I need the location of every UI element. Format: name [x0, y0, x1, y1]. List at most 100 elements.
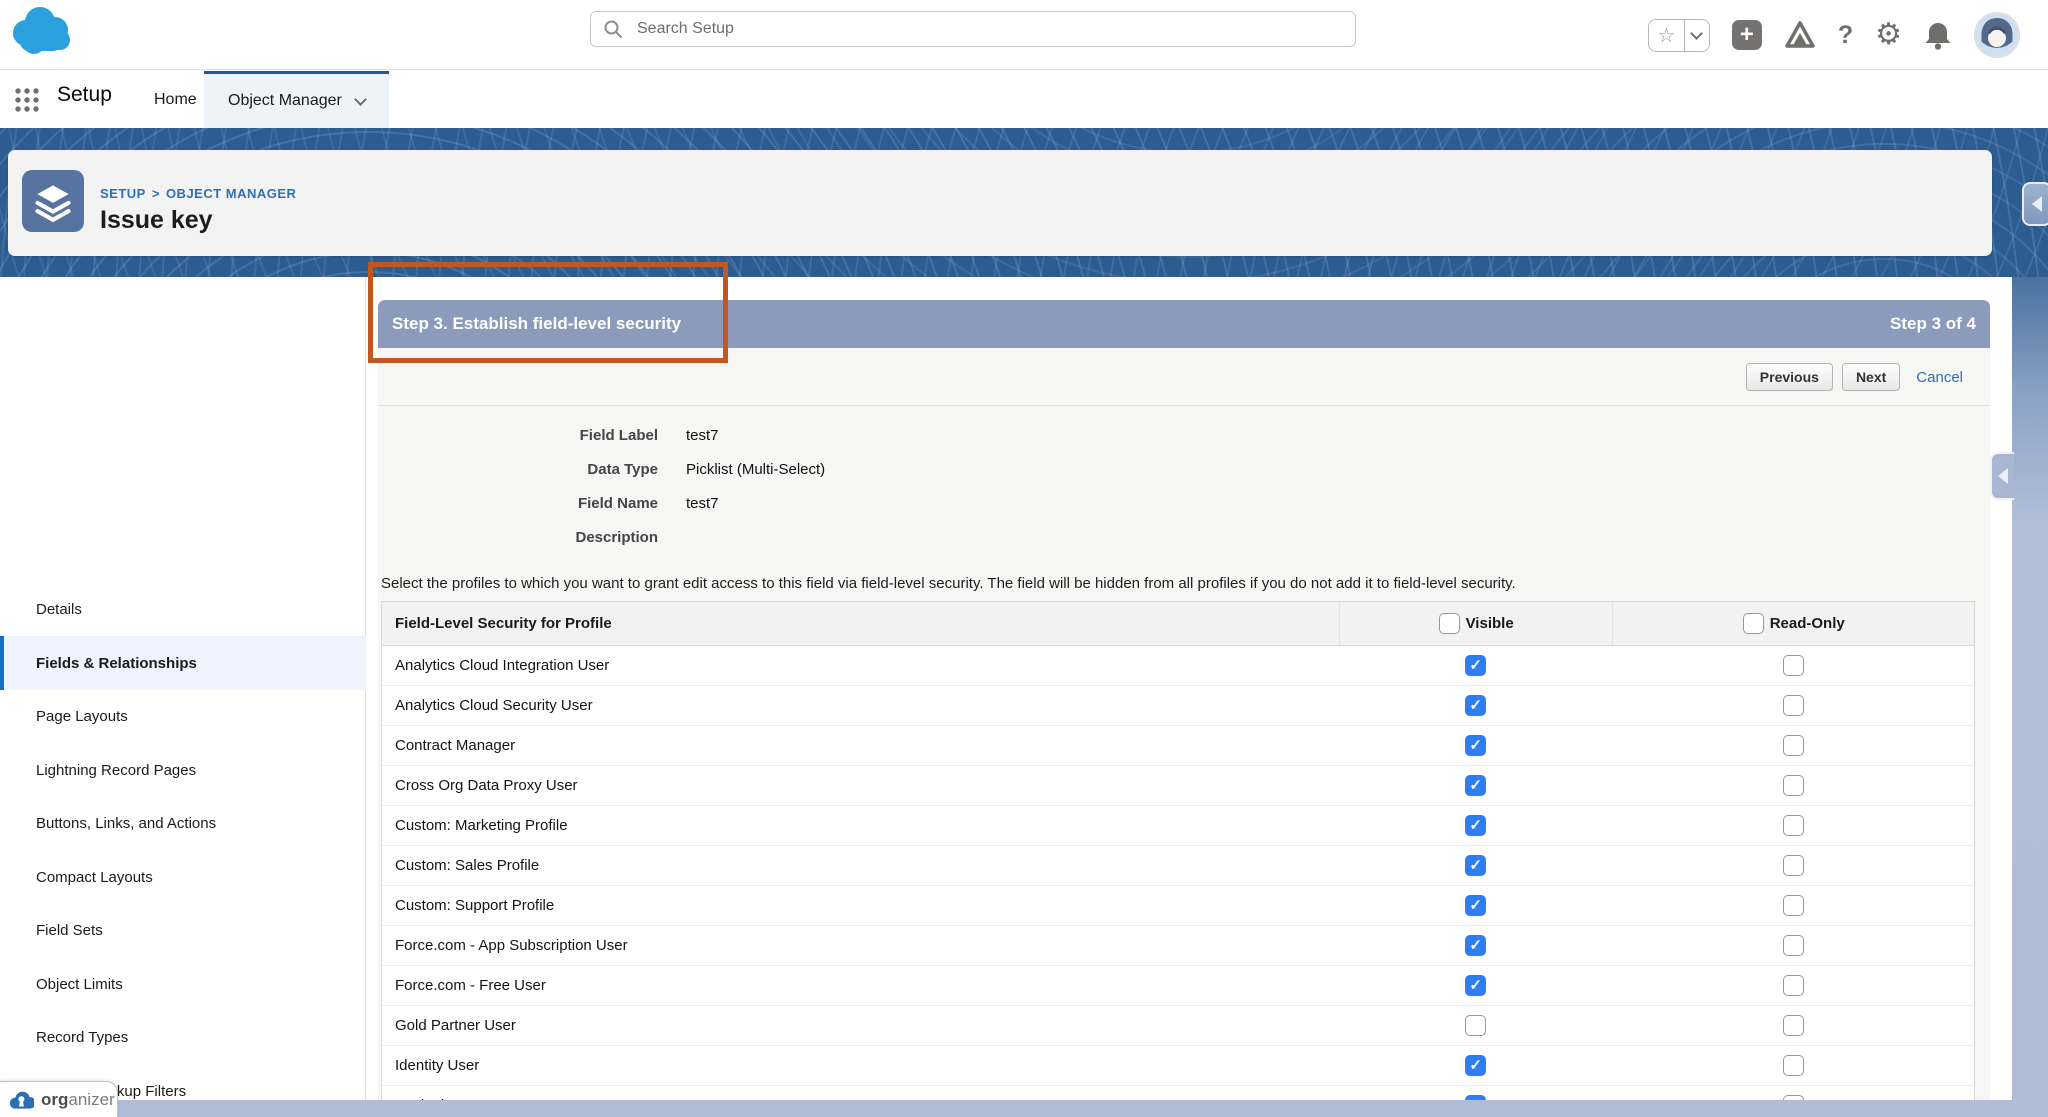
visible-all-checkbox[interactable] [1438, 613, 1460, 634]
bottom-strip [112, 1100, 2048, 1117]
page-header-card: SETUP > OBJECT MANAGER Issue key [8, 150, 1992, 256]
breadcrumb-object-manager-link[interactable]: OBJECT MANAGER [166, 186, 297, 201]
sidebar-item-field-sets[interactable]: Field Sets [0, 903, 366, 957]
right-background-strip [2012, 277, 2048, 1100]
table-row: Custom: Marketing Profile [382, 806, 1974, 846]
setup-gear-icon[interactable]: ⚙ [1875, 20, 1902, 50]
field-level-security-table: Field-Level Security for Profile Visible… [381, 601, 1975, 1117]
app-launcher-waffle-icon[interactable] [14, 87, 40, 113]
sidebar-item-object-limits[interactable]: Object Limits [0, 957, 366, 1011]
visible-checkbox[interactable] [1465, 735, 1487, 756]
field-label-label: Field Label [579, 426, 658, 444]
profile-name: Custom: Sales Profile [395, 857, 540, 874]
readonly-checkbox[interactable] [1782, 1055, 1804, 1076]
field-summary: Field Label test7 Data Type Picklist (Mult… [378, 418, 1278, 554]
visible-checkbox[interactable] [1465, 695, 1487, 716]
visible-checkbox[interactable] [1465, 1015, 1487, 1036]
data-type-value: Picklist (Multi-Select) [686, 460, 826, 478]
favorites-star-icon[interactable]: ☆ [1648, 19, 1684, 51]
salesforce-logo-icon [13, 7, 70, 54]
collapse-tab-side[interactable] [1990, 452, 2014, 500]
profile-name: Cross Org Data Proxy User [395, 777, 578, 794]
sidebar-item-lightning-record-pages[interactable]: Lightning Record Pages [0, 743, 366, 797]
search-placeholder: Search Setup [637, 20, 734, 37]
sidebar-item-page-layouts[interactable]: Page Layouts [0, 689, 366, 743]
breadcrumb: SETUP > OBJECT MANAGER [100, 186, 297, 201]
quick-add-button[interactable]: + [1731, 20, 1762, 50]
breadcrumb-setup-link[interactable]: SETUP [100, 186, 146, 201]
screen: Search Setup ☆ + ? ⚙ Setup Home Object M… [0, 0, 2048, 1117]
description-label: Description [575, 528, 658, 546]
readonly-checkbox[interactable] [1782, 735, 1804, 756]
user-avatar[interactable] [1974, 12, 2020, 58]
readonly-checkbox[interactable] [1782, 695, 1804, 716]
readonly-checkbox[interactable] [1782, 895, 1804, 916]
profile-name: Force.com - App Subscription User [395, 937, 628, 954]
ext-text-rest: anizer [68, 1089, 115, 1109]
table-row: Contract Manager [382, 726, 1974, 766]
visible-checkbox[interactable] [1465, 935, 1487, 956]
table-row: Analytics Cloud Integration User [382, 646, 1974, 686]
ext-text-bold: org [41, 1089, 69, 1109]
readonly-checkbox[interactable] [1782, 1015, 1804, 1036]
profile-name: Contract Manager [395, 737, 516, 754]
table-row: Cross Org Data Proxy User [382, 766, 1974, 806]
readonly-checkbox[interactable] [1782, 975, 1804, 996]
search-icon [604, 20, 622, 38]
table-row: Analytics Cloud Security User [382, 686, 1974, 726]
divider [378, 405, 1990, 406]
visible-checkbox[interactable] [1465, 975, 1487, 996]
field-name-label: Field Name [577, 494, 658, 512]
help-icon[interactable]: ? [1838, 21, 1853, 50]
organizer-cloud-icon [9, 1091, 34, 1109]
chevron-down-icon [353, 92, 367, 106]
data-type-label: Data Type [587, 460, 658, 478]
sidebar-item-details[interactable]: Details [0, 582, 366, 636]
readonly-checkbox[interactable] [1782, 815, 1804, 836]
sidebar-item-fields-relationships[interactable]: Fields & Relationships [0, 636, 366, 690]
next-button[interactable]: Next [1841, 363, 1901, 391]
readonly-checkbox[interactable] [1782, 935, 1804, 956]
readonly-checkbox[interactable] [1782, 855, 1804, 876]
field-name-value: test7 [686, 494, 719, 512]
table-row: Force.com - Free User [382, 966, 1974, 1006]
favorites-dropdown[interactable] [1683, 19, 1709, 51]
setup-search-input[interactable]: Search Setup [590, 11, 1356, 47]
profile-name: Analytics Cloud Security User [395, 697, 593, 714]
visible-checkbox[interactable] [1465, 1055, 1487, 1076]
cancel-link[interactable]: Cancel [1916, 369, 1963, 386]
tab-object-manager[interactable]: Object Manager [204, 71, 389, 128]
table-row: Custom: Support Profile [382, 886, 1974, 926]
readonly-all-checkbox[interactable] [1742, 613, 1764, 634]
object-layers-icon [22, 170, 84, 232]
profile-name: Gold Partner User [395, 1017, 516, 1034]
profile-name: Custom: Support Profile [395, 897, 555, 914]
profile-name: Analytics Cloud Integration User [395, 657, 610, 674]
visible-checkbox[interactable] [1465, 855, 1487, 876]
setup-nav-bar: Setup Home Object Manager [0, 71, 2048, 128]
page-title: Issue key [100, 206, 213, 234]
profile-name: Custom: Marketing Profile [395, 817, 568, 834]
visible-checkbox[interactable] [1465, 815, 1487, 836]
wizard-step-header: Step 3. Establish field-level security S… [378, 300, 1990, 348]
sidebar-item-compact-layouts[interactable]: Compact Layouts [0, 850, 366, 904]
sidebar-item-record-types[interactable]: Record Types [0, 1010, 366, 1064]
column-profile: Field-Level Security for Profile [395, 615, 612, 632]
visible-checkbox[interactable] [1465, 655, 1487, 676]
organizer-extension-badge[interactable]: organizer [0, 1081, 118, 1117]
column-readonly: Read-Only [1769, 615, 1845, 632]
guidance-center-icon[interactable] [1784, 20, 1816, 50]
previous-button[interactable]: Previous [1745, 363, 1833, 391]
collapse-tab-top[interactable] [2022, 182, 2048, 226]
table-row: Identity User [382, 1046, 1974, 1086]
notifications-bell-icon[interactable] [1924, 20, 1952, 50]
readonly-checkbox[interactable] [1782, 775, 1804, 796]
visible-checkbox[interactable] [1465, 775, 1487, 796]
favorites-control: ☆ [1647, 18, 1710, 52]
sidebar-item-buttons-links-actions[interactable]: Buttons, Links, and Actions [0, 796, 366, 850]
visible-checkbox[interactable] [1465, 895, 1487, 916]
readonly-checkbox[interactable] [1782, 655, 1804, 676]
table-row: Force.com - App Subscription User [382, 926, 1974, 966]
column-visible: Visible [1465, 615, 1514, 632]
object-sidebar: Details Fields & Relationships Page Layo… [0, 277, 366, 1117]
